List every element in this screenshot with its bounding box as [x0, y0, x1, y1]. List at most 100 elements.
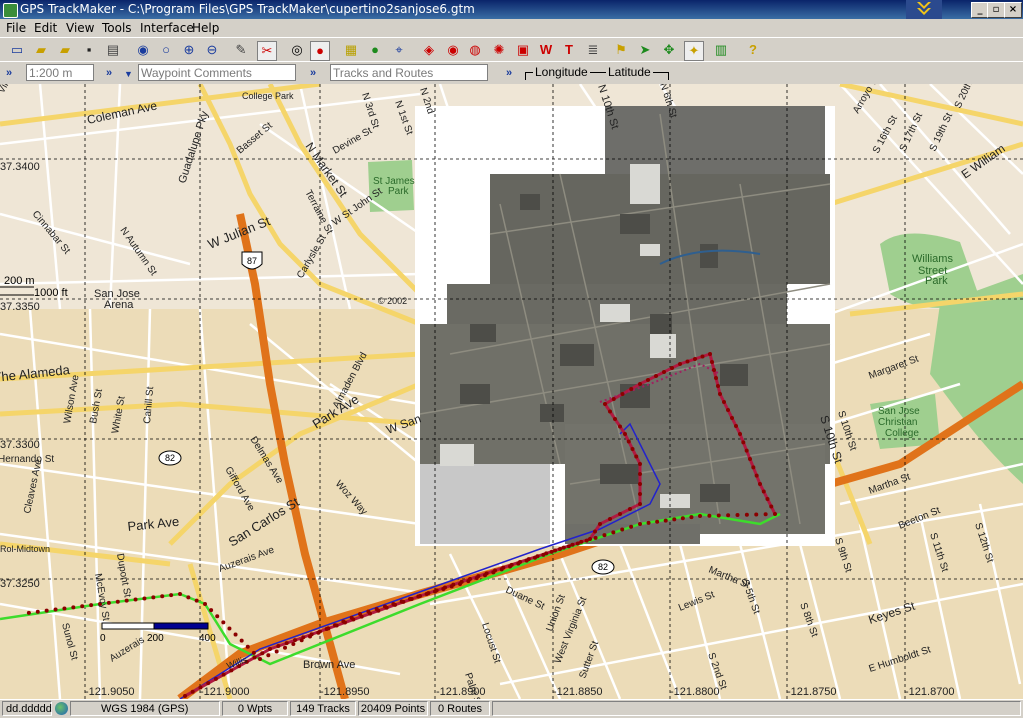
open-icon[interactable]: ▰ — [56, 41, 74, 59]
lon-label: -121.8750 — [787, 686, 837, 698]
datum-field[interactable]: WGS 1984 (GPS) — [70, 701, 220, 716]
select-arrow-icon[interactable]: ➤ — [636, 41, 654, 59]
track-point — [524, 558, 529, 563]
zoom-globe-icon[interactable]: ◉ — [134, 41, 152, 59]
track-point — [638, 482, 642, 486]
scale-field[interactable]: 1:200 m — [26, 64, 94, 81]
waypoint-comments-field[interactable]: Waypoint Comments — [138, 64, 296, 81]
track-point — [160, 594, 165, 599]
list-icon[interactable]: ▣ — [514, 41, 532, 59]
track-point — [735, 513, 740, 517]
park-label: Park — [925, 275, 948, 287]
track-point — [620, 392, 625, 396]
track-point — [558, 547, 562, 551]
track-point — [712, 368, 716, 372]
track-point — [693, 357, 697, 361]
open-folder-icon[interactable]: ▰ — [32, 41, 50, 59]
track-point — [508, 564, 512, 569]
track-point — [186, 595, 191, 600]
track-point — [765, 497, 770, 501]
track-point — [654, 374, 658, 378]
track-point — [602, 533, 607, 538]
globe-icon[interactable]: ● — [366, 41, 384, 59]
track-point — [570, 542, 575, 547]
tracks-routes-field[interactable]: Tracks and Routes — [330, 64, 488, 81]
hand-icon[interactable]: ≣ — [584, 41, 602, 59]
route-edit-icon[interactable]: ✂ — [257, 41, 277, 61]
zoom-in-icon[interactable]: ⊕ — [180, 41, 198, 59]
lon-label: -121.8700 — [905, 686, 955, 698]
track-point — [716, 384, 720, 388]
network-icon[interactable]: ✺ — [490, 41, 508, 59]
menu-view[interactable]: View — [66, 21, 94, 35]
move-icon[interactable]: ✥ — [660, 41, 678, 59]
map-svg[interactable]: 87 82 82 Coleman Ave Guadalupe Pky Colle… — [0, 84, 1023, 699]
tracks-count: 149 Tracks — [290, 701, 356, 716]
expand-arrow-icon[interactable]: » — [106, 67, 112, 79]
book-icon[interactable]: ▥ — [712, 41, 730, 59]
waypoint-icon[interactable]: ⌖ — [390, 41, 408, 59]
zoom-out-icon[interactable]: ⊖ — [203, 41, 221, 59]
track-point — [441, 587, 446, 591]
pencil-icon[interactable]: ✎ — [232, 41, 250, 59]
waypoint-w-icon[interactable]: W — [537, 41, 555, 59]
menu-help[interactable]: Help — [192, 21, 219, 35]
menu-edit[interactable]: Edit — [34, 21, 57, 35]
track-point — [623, 432, 627, 436]
expand-arrow-icon[interactable]: » — [506, 67, 512, 79]
track-point — [722, 400, 726, 404]
track-point — [638, 462, 642, 466]
save-icon[interactable]: ▪ — [80, 41, 98, 59]
track-point — [630, 447, 635, 451]
layers-icon[interactable]: ● — [310, 41, 330, 61]
track-point — [474, 576, 479, 581]
expand-arrow-icon[interactable]: » — [6, 67, 12, 79]
track-point — [611, 530, 616, 535]
highway-shield-82: 82 — [158, 450, 182, 466]
gps-icon[interactable]: ◉ — [444, 41, 462, 59]
coord-format[interactable]: dd.ddddd — [2, 701, 52, 716]
track-point — [708, 352, 712, 356]
menu-file[interactable]: File — [6, 21, 26, 35]
track-icon[interactable]: ◈ — [420, 41, 438, 59]
eye-icon[interactable]: ◎ — [288, 41, 306, 59]
text-t-icon[interactable]: T — [560, 41, 578, 59]
find-icon[interactable]: ◍ — [466, 41, 484, 59]
menu-bar: File Edit View Tools Interface Help — [0, 19, 1023, 37]
help-icon[interactable]: ? — [744, 41, 762, 59]
flag-icon[interactable]: ⚑ — [612, 41, 630, 59]
highway-shield-82: 82 — [591, 559, 615, 575]
print-icon[interactable]: ▤ — [104, 41, 122, 59]
track-point — [293, 638, 297, 643]
star-icon[interactable]: ✦ — [684, 41, 704, 61]
track-point — [449, 584, 454, 589]
svg-text:87: 87 — [247, 256, 257, 266]
expand-arrow-icon[interactable]: » — [310, 67, 316, 79]
track-point — [26, 610, 31, 615]
track-point — [169, 593, 174, 598]
close-button[interactable]: × — [1004, 2, 1022, 18]
menu-interface[interactable]: Interface — [140, 21, 194, 35]
track-point — [700, 354, 705, 359]
magnifier-icon[interactable]: ○ — [157, 41, 175, 59]
menu-tools[interactable]: Tools — [102, 21, 132, 35]
track-point — [584, 538, 589, 543]
maximize-button[interactable]: ▫ — [987, 2, 1005, 18]
track-point — [35, 609, 40, 614]
app-icon[interactable] — [3, 3, 18, 18]
dropdown-arrow-icon[interactable]: ▼ — [124, 69, 133, 79]
ruler-icon[interactable]: ▦ — [342, 41, 360, 59]
park-label: Christian — [878, 417, 917, 428]
track-point — [646, 378, 650, 382]
track-point — [663, 518, 668, 523]
track-point — [662, 370, 666, 374]
globe-icon[interactable] — [55, 702, 68, 715]
map-canvas[interactable]: 87 82 82 Coleman Ave Guadalupe Pky Colle… — [0, 84, 1023, 699]
new-file-icon[interactable]: ▭ — [8, 41, 26, 59]
track-point — [726, 513, 731, 518]
track-point — [638, 522, 642, 526]
track-point — [620, 527, 625, 532]
track-point — [233, 632, 238, 637]
track-point — [618, 512, 622, 516]
main-toolbar: ▭ ▰ ▰ ▪ ▤ ◉ ○ ⊕ ⊖ ✎ ✂ ◎ ● ▦ ● ⌖ ◈ ◉ ◍ ✺ … — [0, 37, 1023, 62]
